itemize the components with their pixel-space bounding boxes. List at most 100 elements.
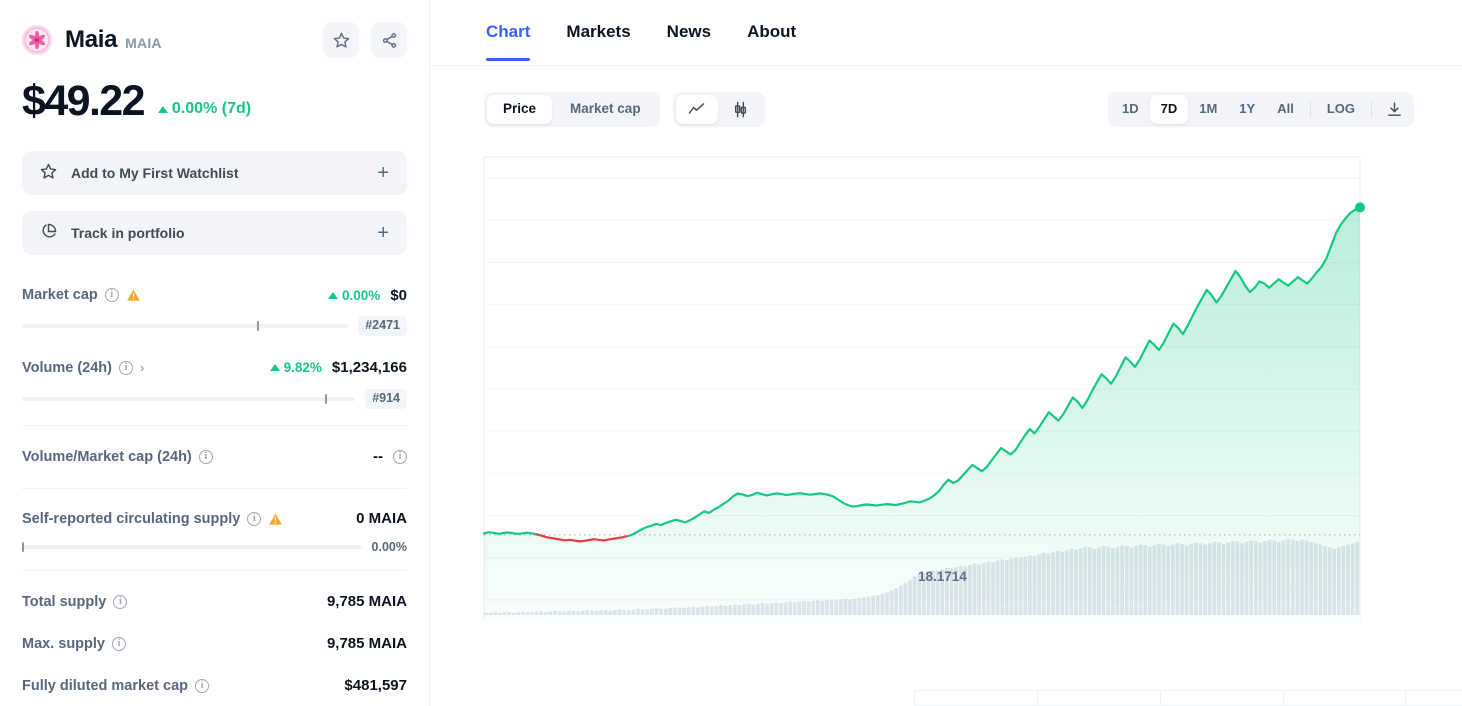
- range-1d-button[interactable]: 1D: [1111, 95, 1150, 123]
- info-icon[interactable]: i: [247, 511, 262, 526]
- stat-market-cap-label: Market cap i: [22, 287, 141, 303]
- divider: [22, 487, 407, 489]
- supply-bar[interactable]: [22, 541, 362, 552]
- market-cap-rank-row: #2471: [22, 316, 407, 336]
- flower-logo-icon: [22, 25, 52, 55]
- brush-cell: [915, 691, 1038, 705]
- supply-progress-row: 0.00%: [22, 540, 407, 554]
- stat-market-cap: Market cap i 0.00% $0 #2471: [22, 281, 407, 336]
- range-1m-button[interactable]: 1M: [1188, 95, 1228, 123]
- portfolio-plus-icon[interactable]: +: [377, 223, 389, 243]
- volume-rank-row: #914: [22, 388, 407, 409]
- stat-volume-pct: 9.82%: [283, 360, 322, 376]
- portfolio-label: Track in portfolio: [71, 225, 185, 241]
- stat-max-supply-value: 9,785 MAIA: [326, 635, 407, 652]
- range-1y-button[interactable]: 1Y: [1228, 95, 1266, 123]
- info-icon[interactable]: i: [195, 678, 209, 693]
- price-change-value: 0.00% (7d): [171, 100, 252, 117]
- coin-ticker: MAIA: [125, 35, 162, 51]
- stat-fdv-text: Fully diluted market cap: [22, 677, 188, 694]
- chart-toolbar: Price Market cap 1D 7D 1M 1Y All LOG: [430, 66, 1462, 127]
- info-icon[interactable]: i: [393, 449, 407, 464]
- info-icon[interactable]: i: [112, 636, 126, 651]
- brush-cell: [1038, 691, 1161, 705]
- stat-total-supply-text: Total supply: [22, 593, 107, 610]
- divider: [22, 569, 407, 571]
- tab-news[interactable]: News: [667, 22, 711, 60]
- range-7d-button[interactable]: 7D: [1149, 95, 1189, 124]
- chevron-right-icon[interactable]: ›: [140, 360, 144, 375]
- supply-percent: 0.00%: [371, 539, 407, 554]
- stat-max-supply: Max. supply i 9,785 MAIA: [22, 629, 407, 659]
- caret-up-icon: [328, 291, 339, 299]
- stat-fdv: Fully diluted market cap i $481,597: [22, 671, 407, 701]
- header-actions: [323, 22, 407, 58]
- warning-icon[interactable]: [126, 288, 141, 302]
- chart-range-slider[interactable]: [914, 690, 1462, 706]
- time-range-selector: 1D 7D 1M 1Y All LOG: [1107, 92, 1414, 127]
- baseline-price-label: 18.1714: [918, 568, 967, 584]
- stat-supply-label: Self-reported circulating supply i: [22, 511, 283, 527]
- stat-total-supply-label: Total supply i: [22, 593, 128, 610]
- metric-market-cap-button[interactable]: Market cap: [554, 95, 657, 124]
- stat-vol-mcap-text: Volume/Market cap (24h): [22, 448, 192, 465]
- brush-cell: [1161, 691, 1284, 705]
- tab-markets[interactable]: Markets: [566, 22, 630, 60]
- chart-type-selector: [672, 92, 765, 127]
- bar-marker: [256, 320, 259, 331]
- share-button[interactable]: [371, 22, 407, 58]
- log-scale-button[interactable]: LOG: [1316, 95, 1366, 123]
- stat-max-supply-label: Max. supply i: [22, 636, 126, 652]
- stat-market-cap-text: Market cap: [22, 287, 98, 303]
- coin-detail-page: Maia MAIA $49.22 0.00% (7d) Add to My Fi…: [0, 0, 1462, 706]
- info-icon[interactable]: i: [198, 449, 213, 464]
- stat-total-supply: Total supply i 9,785 MAIA: [22, 587, 407, 617]
- caret-up-icon: [269, 364, 280, 372]
- stat-market-cap-change: 0.00%: [328, 288, 380, 303]
- track-in-portfolio-button[interactable]: Track in portfolio +: [22, 211, 407, 255]
- stat-market-cap-pct: 0.00%: [342, 287, 381, 303]
- stat-supply-value: 0 MAIA: [356, 510, 407, 527]
- info-icon[interactable]: i: [118, 360, 133, 375]
- volume-rank-badge: #914: [365, 388, 407, 409]
- price-row: $49.22 0.00% (7d): [22, 80, 407, 123]
- info-icon[interactable]: i: [113, 594, 128, 609]
- add-to-watchlist-button[interactable]: Add to My First Watchlist +: [22, 151, 407, 195]
- divider: [1309, 101, 1311, 118]
- tab-about[interactable]: About: [747, 22, 796, 60]
- bar-marker: [325, 393, 328, 404]
- volume-bar[interactable]: [22, 393, 356, 404]
- line-chart-icon-button[interactable]: [675, 95, 718, 124]
- star-icon: [40, 163, 57, 183]
- price-change: 0.00% (7d): [157, 100, 252, 123]
- coin-name: Maia: [65, 26, 118, 53]
- statistics-list: Market cap i 0.00% $0 #2471 Volume (24h)…: [22, 281, 407, 701]
- watchlist-plus-icon[interactable]: +: [377, 163, 389, 183]
- caret-up-icon: [157, 105, 168, 113]
- stat-vol-mcap-value: --: [373, 448, 383, 465]
- stat-supply-text: Self-reported circulating supply: [22, 510, 241, 527]
- stat-total-supply-value: 9,785 MAIA: [326, 593, 407, 610]
- info-icon[interactable]: i: [104, 288, 119, 302]
- metric-price-button[interactable]: Price: [487, 95, 553, 124]
- warning-icon[interactable]: [268, 512, 283, 526]
- current-price: $49.22: [22, 77, 146, 125]
- stat-fdv-label: Fully diluted market cap i: [22, 678, 209, 694]
- divider: [22, 424, 407, 426]
- pie-chart-icon: [40, 223, 57, 243]
- market-cap-bar[interactable]: [22, 320, 349, 331]
- stat-circulating-supply: Self-reported circulating supply i 0 MAI…: [22, 505, 407, 554]
- coin-header: Maia MAIA: [22, 22, 407, 58]
- favorite-button[interactable]: [323, 22, 359, 58]
- stat-volume-label: Volume (24h) i ›: [22, 360, 144, 376]
- download-button[interactable]: [1377, 95, 1411, 124]
- stat-fdv-value: $481,597: [344, 677, 407, 694]
- bar-marker: [22, 541, 24, 552]
- market-cap-rank-badge: #2471: [358, 316, 407, 336]
- range-all-button[interactable]: All: [1266, 95, 1305, 123]
- watchlist-label: Add to My First Watchlist: [71, 165, 239, 181]
- tab-bar: Chart Markets News About: [430, 0, 1462, 66]
- tab-chart[interactable]: Chart: [486, 22, 531, 61]
- metric-selector: Price Market cap: [484, 92, 660, 127]
- candlestick-chart-icon-button[interactable]: [720, 95, 762, 124]
